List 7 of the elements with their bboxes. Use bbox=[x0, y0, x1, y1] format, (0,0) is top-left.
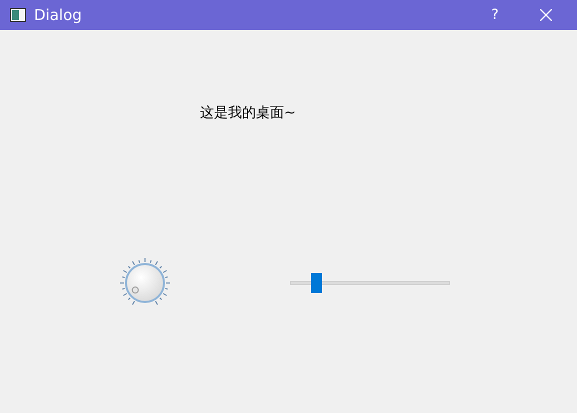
slider-thumb[interactable] bbox=[310, 273, 322, 293]
slider[interactable] bbox=[290, 273, 450, 293]
window-icon bbox=[10, 8, 26, 22]
help-button[interactable]: ? bbox=[475, 4, 515, 26]
window-title: Dialog bbox=[34, 4, 82, 26]
desktop-label: 这是我的桌面~ bbox=[200, 105, 296, 121]
dial[interactable] bbox=[120, 258, 170, 308]
